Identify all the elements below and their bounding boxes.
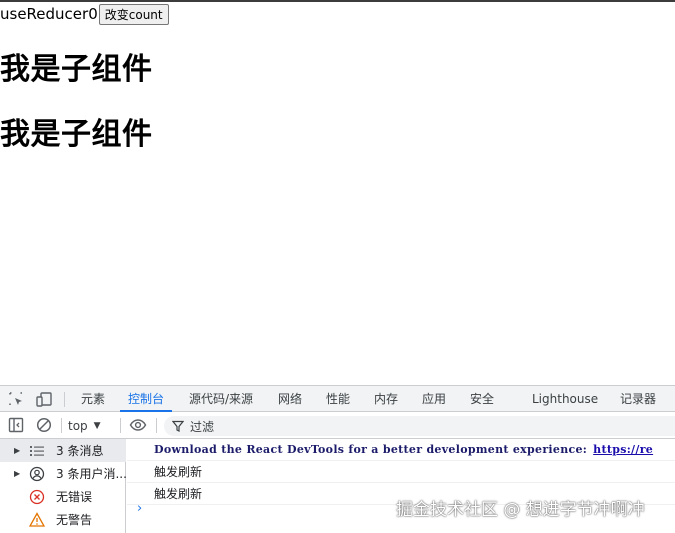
inspect-element-icon[interactable] — [7, 390, 25, 408]
counter-row: useReducer0 改变count — [0, 3, 169, 25]
child-component-heading: 我是子组件 — [0, 117, 153, 152]
change-count-button[interactable]: 改变count — [98, 3, 169, 25]
toolbar-divider — [156, 418, 157, 433]
context-label: top — [68, 418, 88, 433]
sidebar-item-warnings[interactable]: 无警告 — [0, 508, 126, 531]
tab-divider — [64, 392, 65, 407]
device-toolbar-icon[interactable] — [35, 390, 53, 408]
context-selector[interactable]: top ▼ — [68, 416, 101, 435]
tab-performance[interactable]: 性能 — [326, 386, 350, 412]
tab-sources[interactable]: 源代码/来源 — [189, 386, 253, 412]
list-icon — [30, 445, 44, 456]
tab-lighthouse[interactable]: Lighthouse — [532, 386, 598, 412]
eye-icon[interactable] — [129, 416, 147, 434]
console-filter-input[interactable]: 过滤 — [164, 416, 675, 436]
error-icon — [29, 489, 45, 504]
tab-memory[interactable]: 内存 — [374, 386, 398, 412]
console-message: 触发刷新 — [127, 461, 675, 483]
counter-text: useReducer0 — [0, 5, 98, 23]
clear-console-icon[interactable] — [35, 416, 53, 434]
warning-icon — [29, 511, 45, 527]
tab-security[interactable]: 安全 — [470, 386, 494, 412]
tab-network[interactable]: 网络 — [278, 386, 302, 412]
sidebar-item-label: 3 条消息 — [56, 444, 104, 458]
filter-icon — [172, 420, 184, 432]
toolbar-divider — [61, 418, 62, 433]
child-component-heading: 我是子组件 — [0, 52, 153, 87]
sidebar-item-messages[interactable]: ▶ 3 条消息 — [0, 439, 126, 462]
devtools-download-link[interactable]: https://re — [593, 443, 653, 456]
expand-arrow-icon[interactable]: ▶ — [14, 446, 20, 455]
sidebar-item-user-messages[interactable]: ▶ 3 条用户消... — [0, 462, 127, 485]
filter-placeholder: 过滤 — [190, 419, 215, 434]
sidebar-item-label: 3 条用户消... — [56, 467, 127, 481]
window-top-border — [0, 0, 675, 2]
toolbar-divider — [120, 418, 121, 433]
console-sidebar: ▶ 3 条消息 ▶ 3 条用户消... 无错误 无警告 — [0, 439, 127, 533]
expand-arrow-icon[interactable]: ▶ — [14, 469, 20, 478]
console-toolbar: top ▼ 过滤 — [0, 412, 675, 439]
tab-console[interactable]: 控制台 — [119, 386, 173, 412]
sidebar-item-errors[interactable]: 无错误 — [0, 485, 126, 508]
tab-recorder[interactable]: 记录器 — [620, 386, 656, 412]
watermark: 掘金技术社区 @ 想进字节冲啊冲 — [396, 500, 645, 520]
sidebar-toggle-icon[interactable] — [7, 416, 25, 434]
console-message: Download the React DevTools for a better… — [127, 439, 675, 461]
tab-application[interactable]: 应用 — [422, 386, 446, 412]
sidebar-item-label: 无错误 — [56, 490, 93, 504]
dropdown-caret-icon: ▼ — [93, 420, 101, 431]
sidebar-item-label: 无警告 — [56, 513, 93, 527]
console-prompt-icon[interactable]: › — [137, 501, 142, 516]
tab-elements[interactable]: 元素 — [81, 386, 105, 412]
console-message-text: Download the React DevTools for a better… — [154, 443, 588, 456]
devtools-tabbar: 元素 控制台 源代码/来源 网络 性能 内存 应用 安全 Lighthouse … — [0, 385, 675, 412]
user-icon — [29, 466, 45, 481]
